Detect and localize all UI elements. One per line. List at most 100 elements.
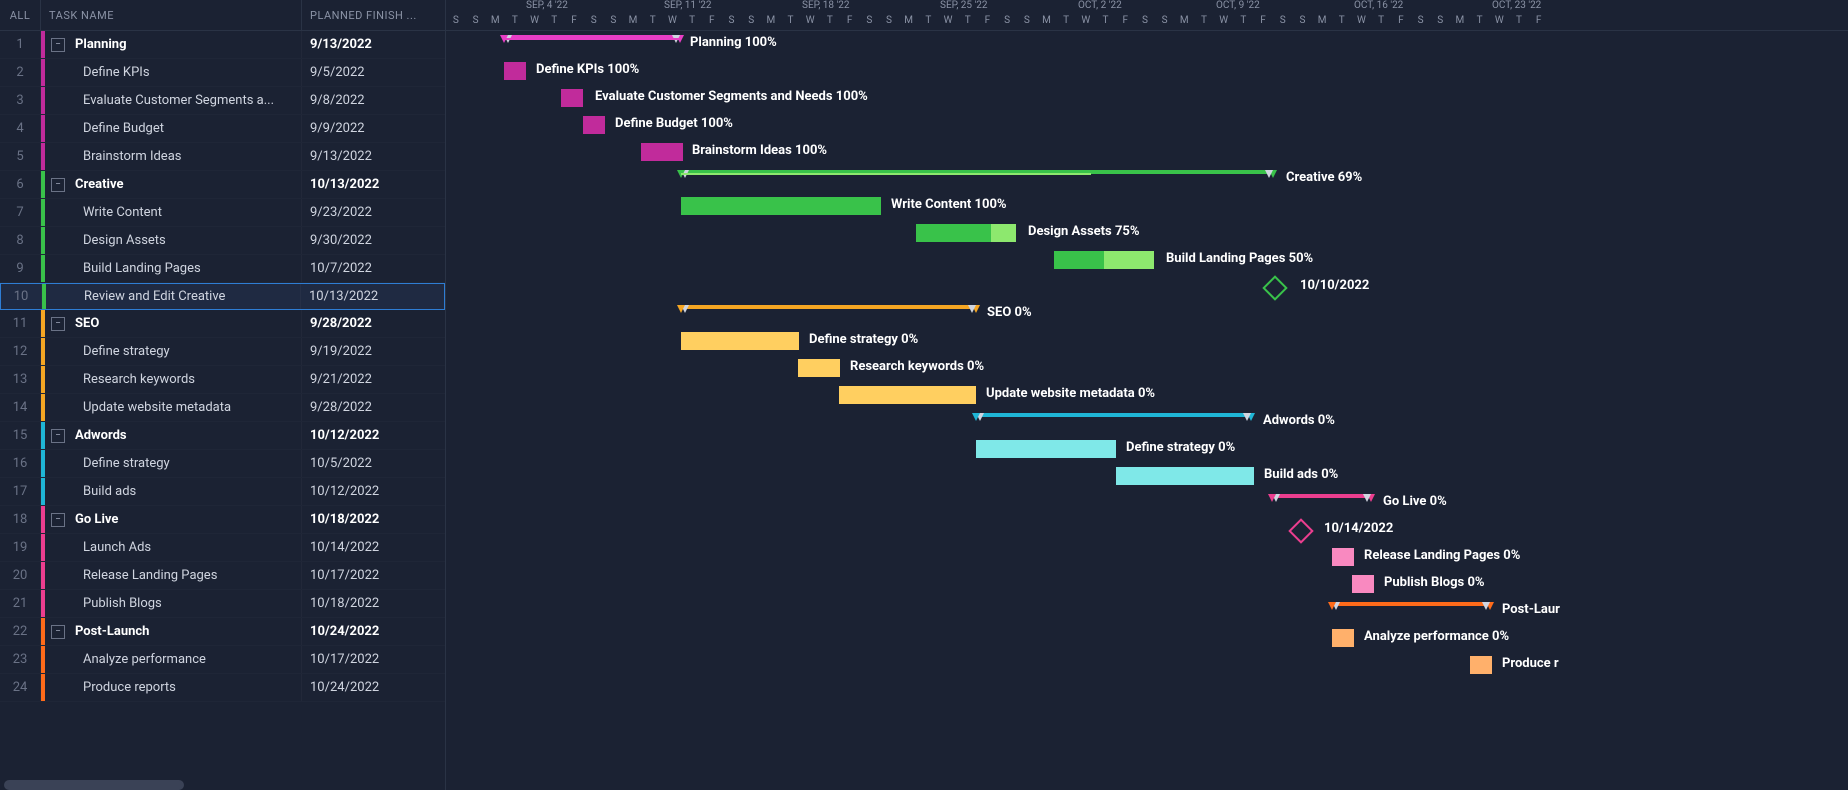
task-bar[interactable]	[561, 89, 583, 107]
summary-bar[interactable]	[681, 305, 976, 309]
task-bar[interactable]	[976, 440, 1116, 458]
planned-finish: 10/18/2022	[302, 512, 445, 527]
task-name: Produce reports	[45, 680, 301, 695]
day-letter: M	[761, 15, 781, 26]
table-row[interactable]: 10Review and Edit Creative10/13/2022	[0, 283, 445, 310]
day-letter: S	[446, 15, 466, 26]
planned-finish: 10/13/2022	[301, 289, 444, 304]
table-row[interactable]: 19Launch Ads10/14/2022	[0, 534, 445, 562]
milestone-icon[interactable]	[1262, 275, 1287, 300]
task-bar[interactable]	[641, 143, 683, 161]
gantt-chart[interactable]: Planning 100%Define KPIs 100%Evaluate Cu…	[446, 31, 1848, 679]
task-bar[interactable]	[583, 116, 605, 134]
table-row[interactable]: 2Define KPIs9/5/2022	[0, 59, 445, 87]
summary-bar[interactable]	[1272, 494, 1371, 498]
bar-label: Release Landing Pages 0%	[1364, 548, 1520, 563]
row-number: 5	[0, 143, 41, 170]
table-row[interactable]: 13Research keywords9/21/2022	[0, 366, 445, 394]
table-row[interactable]: 15−Adwords10/12/2022	[0, 422, 445, 450]
bar-label: Adwords 0%	[1263, 413, 1335, 428]
day-letter: T	[1371, 15, 1391, 26]
table-row[interactable]: 14Update website metadata9/28/2022	[0, 394, 445, 422]
table-row[interactable]: 5Brainstorm Ideas9/13/2022	[0, 143, 445, 171]
table-row[interactable]: 23Analyze performance10/17/2022	[0, 646, 445, 674]
collapse-icon[interactable]: −	[51, 317, 65, 331]
summary-progress	[504, 38, 680, 40]
table-row[interactable]: 3Evaluate Customer Segments a...9/8/2022	[0, 87, 445, 115]
col-header-date[interactable]: PLANNED FINISH ...	[302, 0, 445, 30]
bar-label: Build ads 0%	[1264, 467, 1338, 482]
task-name: Research keywords	[45, 372, 301, 387]
row-name-cell: Build Landing Pages	[41, 255, 302, 282]
milestone-icon[interactable]	[1288, 518, 1313, 543]
row-name-cell: Analyze performance	[41, 646, 302, 673]
task-bar[interactable]	[1352, 575, 1374, 593]
task-name: Adwords	[65, 428, 301, 443]
bar-label: Design Assets 75%	[1028, 224, 1139, 239]
task-bar[interactable]	[839, 386, 976, 404]
table-row[interactable]: 24Produce reports10/24/2022	[0, 674, 445, 702]
day-letter: M	[899, 15, 919, 26]
task-name: Review and Edit Creative	[46, 289, 300, 304]
row-number: 4	[0, 115, 41, 142]
table-row[interactable]: 9Build Landing Pages10/7/2022	[0, 255, 445, 283]
day-letter: T	[919, 15, 939, 26]
row-name-cell: Brainstorm Ideas	[41, 143, 302, 170]
table-row[interactable]: 7Write Content9/23/2022	[0, 199, 445, 227]
task-bar[interactable]	[798, 359, 840, 377]
timeline-header: SSMTWTFSSMTWTFSSMTWTFSSMTWTFSSMTWTFSSMTW…	[446, 0, 1848, 31]
table-row[interactable]: 21Publish Blogs10/18/2022	[0, 590, 445, 618]
summary-bar[interactable]	[1332, 602, 1490, 606]
task-name: Define KPIs	[45, 65, 301, 80]
row-number: 13	[0, 366, 41, 393]
table-row[interactable]: 16Define strategy10/5/2022	[0, 450, 445, 478]
task-bar[interactable]	[1470, 656, 1492, 674]
h-scrollbar[interactable]	[4, 780, 184, 790]
row-number: 8	[0, 227, 41, 254]
gantt-row: Produce r	[446, 652, 1848, 679]
day-letter: F	[840, 15, 860, 26]
gantt-row: Define KPIs 100%	[446, 58, 1848, 85]
collapse-icon[interactable]: −	[51, 625, 65, 639]
day-letter: S	[1430, 15, 1450, 26]
row-name-cell: −Go Live	[41, 506, 302, 533]
row-number: 3	[0, 87, 41, 114]
table-row[interactable]: 8Design Assets9/30/2022	[0, 227, 445, 255]
gantt-row: Analyze performance 0%	[446, 625, 1848, 652]
table-row[interactable]: 4Define Budget9/9/2022	[0, 115, 445, 143]
gantt-row: SEO 0%	[446, 301, 1848, 328]
day-letter: T	[781, 15, 801, 26]
col-header-name[interactable]: TASK NAME	[41, 0, 302, 30]
day-letter: W	[663, 15, 683, 26]
table-row[interactable]: 22−Post-Launch10/24/2022	[0, 618, 445, 646]
task-bar[interactable]	[1332, 629, 1354, 647]
table-row[interactable]: 6−Creative10/13/2022	[0, 171, 445, 199]
day-letter: T	[1096, 15, 1116, 26]
task-bar[interactable]	[1116, 467, 1254, 485]
collapse-icon[interactable]: −	[51, 178, 65, 192]
table-row[interactable]: 1−Planning9/13/2022	[0, 31, 445, 59]
week-label: SEP, 4 '22	[526, 0, 568, 11]
col-header-all[interactable]: ALL	[0, 0, 41, 30]
task-name: Planning	[65, 37, 301, 52]
planned-finish: 9/13/2022	[302, 37, 445, 52]
bar-label: Build Landing Pages 50%	[1166, 251, 1313, 266]
summary-bar[interactable]	[976, 413, 1251, 417]
row-name-cell: Define Budget	[41, 115, 302, 142]
collapse-icon[interactable]: −	[51, 38, 65, 52]
table-row[interactable]: 17Build ads10/12/2022	[0, 478, 445, 506]
planned-finish: 9/8/2022	[302, 93, 445, 108]
collapse-icon[interactable]: −	[51, 513, 65, 527]
table-row[interactable]: 20Release Landing Pages10/17/2022	[0, 562, 445, 590]
collapse-icon[interactable]: −	[51, 429, 65, 443]
task-bar[interactable]	[681, 197, 881, 215]
task-bar[interactable]	[681, 332, 799, 350]
task-bar[interactable]	[1332, 548, 1354, 566]
task-bar[interactable]	[504, 62, 526, 80]
table-row[interactable]: 11−SEO9/28/2022	[0, 310, 445, 338]
table-row[interactable]: 18−Go Live10/18/2022	[0, 506, 445, 534]
table-row[interactable]: 12Define strategy9/19/2022	[0, 338, 445, 366]
week-label: OCT, 16 '22	[1354, 0, 1403, 11]
task-name: Define Budget	[45, 121, 301, 136]
day-letter: T	[1332, 15, 1352, 26]
